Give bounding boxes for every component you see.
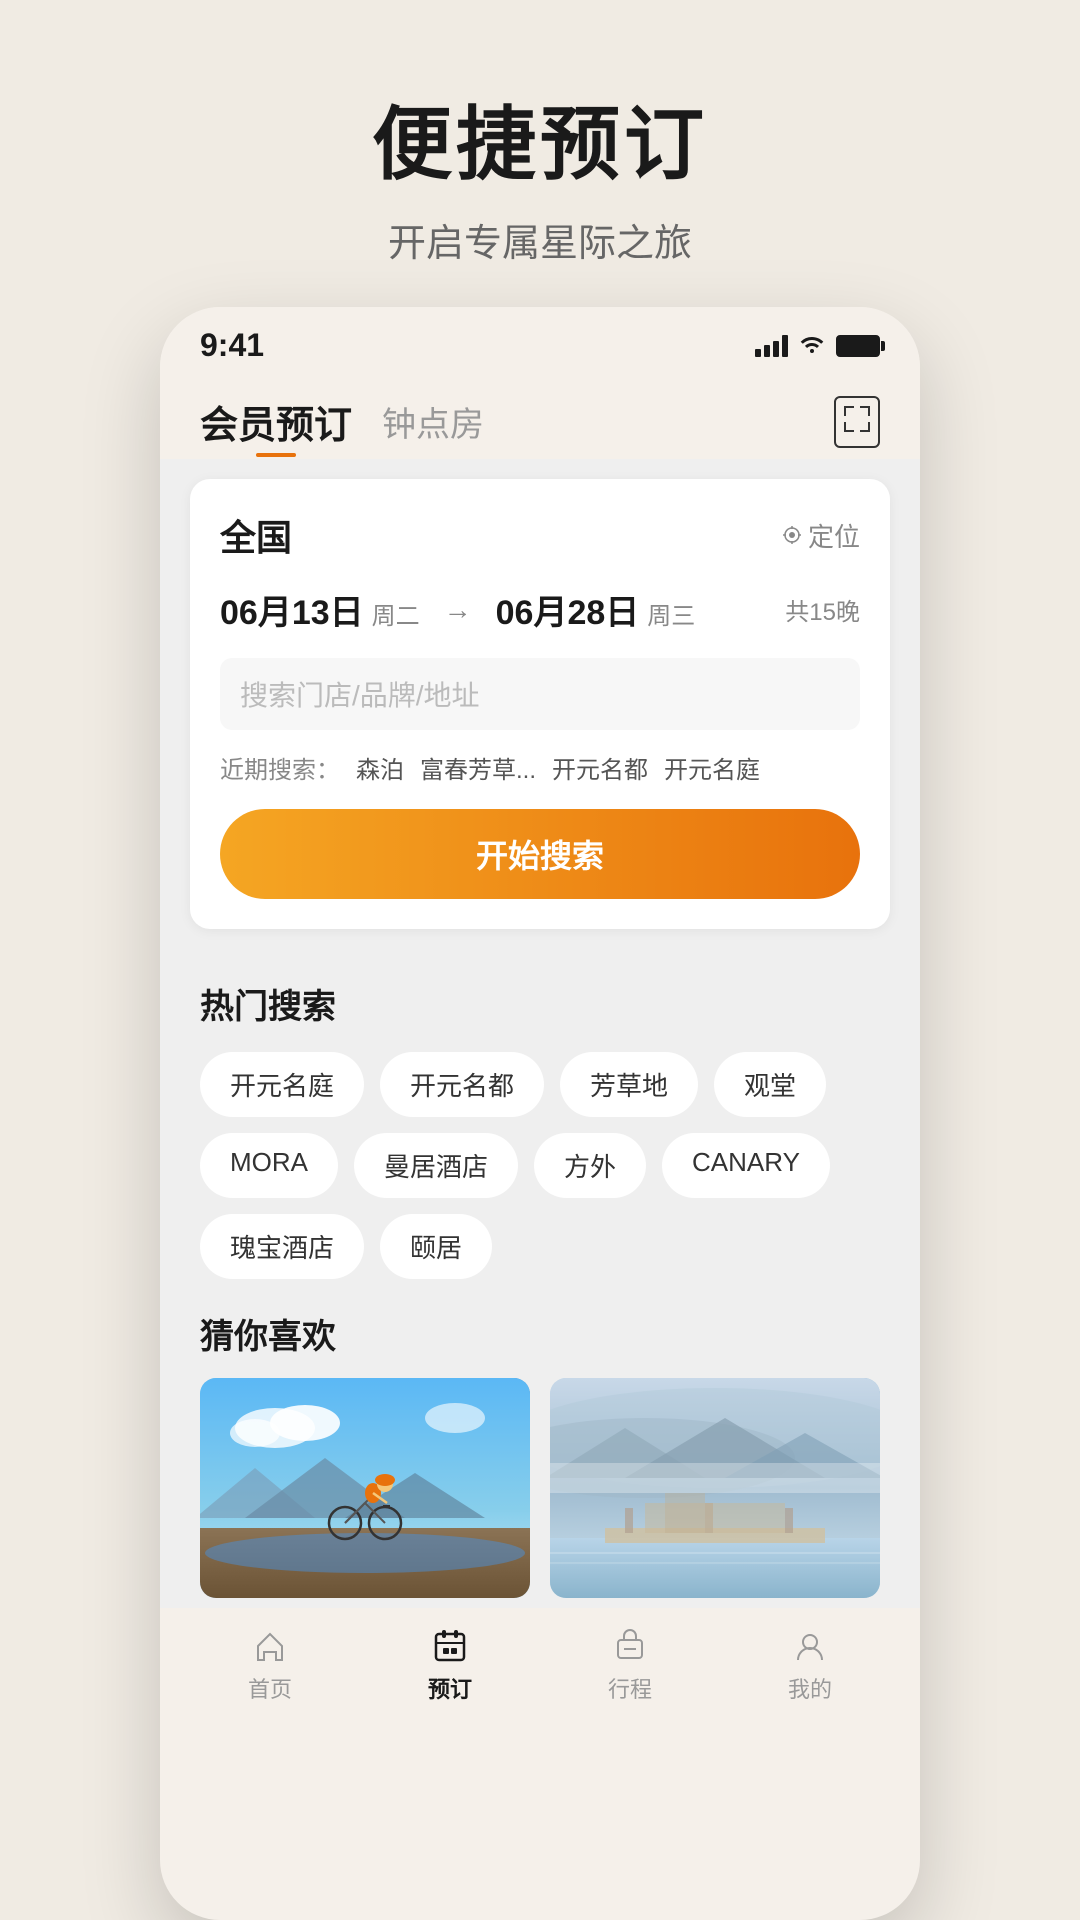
location-button[interactable]: 定位	[782, 517, 860, 554]
booking-icon	[430, 1626, 470, 1666]
search-card: 全国 定位 06月13日 周二 → 06月28日 周三 共15晚	[190, 479, 890, 929]
date-end-day: 周三	[647, 596, 695, 631]
tab-booking-label: 预订	[428, 1672, 472, 1704]
date-start-day: 周二	[372, 596, 420, 631]
tag-5[interactable]: 曼居酒店	[354, 1133, 518, 1198]
phone-frame: 9:41 会员预订 钟点房	[160, 307, 920, 1920]
tag-8[interactable]: 瑰宝酒店	[200, 1214, 364, 1279]
recommendations-section: 猜你喜欢	[160, 1289, 920, 1608]
location-btn-label: 定位	[808, 517, 860, 554]
recent-item-1[interactable]: 森泊	[356, 750, 404, 785]
scan-button[interactable]	[834, 396, 880, 448]
app-header: 会员预订 钟点房	[160, 374, 920, 459]
recent-searches: 近期搜索： 森泊 富春芳草... 开元名都 开元名庭	[220, 750, 860, 785]
tag-0[interactable]: 开元名庭	[200, 1052, 364, 1117]
tab-home[interactable]: 首页	[248, 1626, 292, 1704]
rec-card-right[interactable]	[550, 1378, 880, 1598]
recent-label: 近期搜索：	[220, 750, 340, 785]
date-end-main: 06月28日	[496, 585, 640, 634]
tag-1[interactable]: 开元名都	[380, 1052, 544, 1117]
status-time: 9:41	[200, 327, 264, 364]
tab-itinerary-label: 行程	[608, 1672, 652, 1704]
search-button[interactable]: 开始搜索	[220, 809, 860, 899]
tag-3[interactable]: 观堂	[714, 1052, 826, 1117]
tab-bar: 首页 预订 行程	[160, 1608, 920, 1722]
date-end[interactable]: 06月28日 周三	[496, 585, 696, 634]
status-bar: 9:41	[160, 307, 920, 374]
main-content: 全国 定位 06月13日 周二 → 06月28日 周三 共15晚	[160, 459, 920, 1608]
home-icon	[250, 1626, 290, 1666]
tag-9[interactable]: 颐居	[380, 1214, 492, 1279]
recent-item-4[interactable]: 开元名庭	[664, 750, 760, 785]
tab-hourly-room[interactable]: 钟点房	[382, 397, 484, 446]
page-title: 便捷预订	[372, 80, 708, 196]
tab-home-label: 首页	[248, 1672, 292, 1704]
tab-profile-label: 我的	[788, 1672, 832, 1704]
date-start-main: 06月13日	[220, 585, 364, 634]
status-icons	[755, 331, 880, 360]
profile-icon	[790, 1626, 830, 1666]
location-text: 全国	[220, 509, 292, 561]
hot-search-title: 热门搜索	[200, 979, 880, 1028]
tag-2[interactable]: 芳草地	[560, 1052, 698, 1117]
page-header: 便捷预订 开启专属星际之旅	[372, 0, 708, 267]
tab-member-booking[interactable]: 会员预订	[200, 394, 352, 449]
rec-title: 猜你喜欢	[200, 1309, 880, 1358]
search-input-placeholder: 搜索门店/品牌/地址	[240, 674, 480, 714]
tag-7[interactable]: CANARY	[662, 1133, 830, 1198]
search-input-row[interactable]: 搜索门店/品牌/地址	[220, 658, 860, 730]
date-start[interactable]: 06月13日 周二	[220, 585, 420, 634]
battery-icon	[836, 335, 880, 357]
rec-card-left[interactable]	[200, 1378, 530, 1598]
date-row: 06月13日 周二 → 06月28日 周三 共15晚	[220, 585, 860, 634]
tab-navigation: 首页 预订 行程	[160, 1618, 920, 1716]
signal-icon	[755, 335, 788, 357]
hot-tags-container: 开元名庭 开元名都 芳草地 观堂 MORA 曼居酒店 方外 CANARY 瑰宝酒…	[200, 1052, 880, 1279]
tab-booking[interactable]: 预订	[428, 1626, 472, 1704]
itinerary-icon	[610, 1626, 650, 1666]
nights-count: 共15晚	[785, 592, 860, 627]
hot-search-section: 热门搜索 开元名庭 开元名都 芳草地 观堂 MORA 曼居酒店 方外 CANAR…	[160, 949, 920, 1289]
recent-item-3[interactable]: 开元名都	[552, 750, 648, 785]
location-row: 全国 定位	[220, 509, 860, 561]
rec-grid	[200, 1378, 880, 1598]
tab-itinerary[interactable]: 行程	[608, 1626, 652, 1704]
tag-6[interactable]: 方外	[534, 1133, 646, 1198]
page-subtitle: 开启专属星际之旅	[372, 212, 708, 267]
date-arrow: →	[444, 594, 472, 626]
tag-4[interactable]: MORA	[200, 1133, 338, 1198]
recent-item-2[interactable]: 富春芳草...	[420, 750, 536, 785]
wifi-icon	[798, 331, 826, 360]
tab-profile[interactable]: 我的	[788, 1626, 832, 1704]
